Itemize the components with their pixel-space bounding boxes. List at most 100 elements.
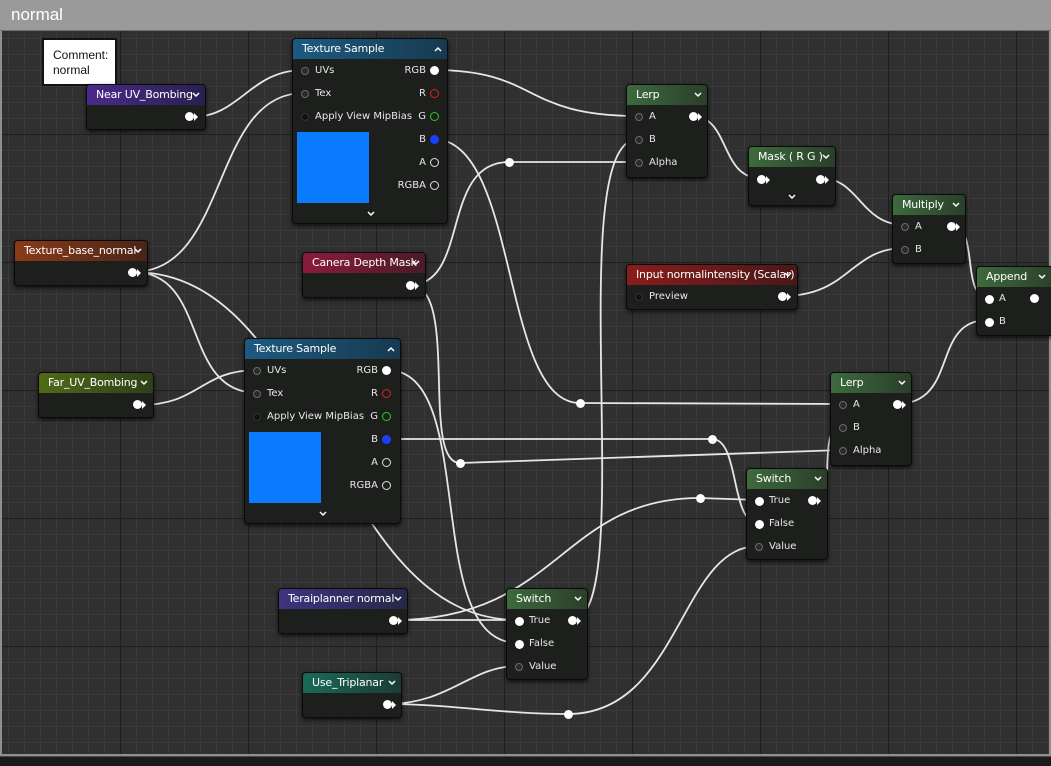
chevron-down-icon[interactable]: [387, 678, 397, 688]
input-pin-value[interactable]: [755, 543, 763, 551]
chevron-down-icon[interactable]: [393, 594, 403, 604]
chevron-down-icon[interactable]: [951, 200, 961, 210]
input-pin-mipbias[interactable]: [301, 113, 309, 121]
input-pin-a[interactable]: [985, 295, 994, 304]
input-pin-b[interactable]: [901, 246, 909, 254]
node-header[interactable]: Switch: [747, 469, 827, 489]
input-pin-false[interactable]: [515, 640, 524, 649]
chevron-down-icon[interactable]: [573, 594, 583, 604]
output-pin[interactable]: [185, 112, 194, 121]
node-header[interactable]: Canera Depth Mask: [303, 253, 425, 273]
input-pin-true[interactable]: [755, 497, 764, 506]
node-texture-sample-1[interactable]: Texture Sample UVs Tex Apply View MipBia…: [292, 38, 448, 224]
expand-icon[interactable]: [366, 210, 376, 218]
output-pin[interactable]: [947, 222, 956, 231]
material-graph-canvas[interactable]: normal Comment: normal Near UV_Bombing T…: [0, 0, 1051, 766]
chevron-down-icon[interactable]: [133, 246, 143, 256]
chevron-down-icon[interactable]: [813, 474, 823, 484]
input-pin-b[interactable]: [839, 424, 847, 432]
node-header[interactable]: Multiply: [893, 195, 965, 215]
chevron-down-icon[interactable]: [897, 378, 907, 388]
output-pin[interactable]: [816, 175, 825, 184]
reroute-node[interactable]: [456, 459, 465, 468]
node-header[interactable]: Near UV_Bombing: [87, 85, 205, 105]
node-header[interactable]: Texture Sample: [293, 39, 447, 59]
output-pin-b[interactable]: [430, 135, 439, 144]
node-near-uv-bombing[interactable]: Near UV_Bombing: [86, 84, 206, 130]
node-far-uv-bombing[interactable]: Far_UV_Bombing: [38, 372, 154, 418]
reroute-node[interactable]: [505, 158, 514, 167]
output-pin[interactable]: [808, 496, 817, 505]
chevron-down-icon[interactable]: [821, 152, 831, 162]
output-pin[interactable]: [133, 400, 142, 409]
node-input-normal-intensity[interactable]: Input normalintensity (Scalar) Preview: [626, 264, 798, 310]
input-pin-tex[interactable]: [253, 390, 261, 398]
node-append[interactable]: Append A B: [976, 266, 1051, 336]
reroute-node[interactable]: [564, 710, 573, 719]
input-pin-alpha[interactable]: [839, 447, 847, 455]
node-teraiplanner-normal[interactable]: Teraiplanner normal: [278, 588, 408, 634]
reroute-node[interactable]: [708, 435, 717, 444]
node-header[interactable]: Texture_base_normal: [15, 241, 147, 261]
input-pin-tex[interactable]: [301, 90, 309, 98]
node-use-triplanar[interactable]: Use_Triplanar: [302, 672, 402, 718]
node-header[interactable]: Texture Sample: [245, 339, 400, 359]
chevron-down-icon[interactable]: [783, 270, 793, 280]
expand-icon[interactable]: [318, 510, 328, 518]
input-pin-a[interactable]: [839, 401, 847, 409]
node-header[interactable]: Lerp: [627, 85, 707, 105]
node-camera-depth-mask[interactable]: Canera Depth Mask: [302, 252, 426, 298]
output-pin-r[interactable]: [430, 89, 439, 98]
input-pin-preview[interactable]: [635, 293, 643, 301]
output-pin[interactable]: [893, 400, 902, 409]
output-pin[interactable]: [128, 268, 137, 277]
input-pin-uvs[interactable]: [253, 367, 261, 375]
input-pin-a[interactable]: [635, 113, 643, 121]
node-lerp-2[interactable]: Lerp A B Alpha: [830, 372, 912, 466]
node-multiply[interactable]: Multiply A B: [892, 194, 966, 264]
node-header[interactable]: Append: [977, 267, 1051, 287]
node-header[interactable]: Teraiplanner normal: [279, 589, 407, 609]
node-header[interactable]: Switch: [507, 589, 587, 609]
output-pin-rgb[interactable]: [430, 66, 439, 75]
input-pin-uvs[interactable]: [301, 67, 309, 75]
output-pin[interactable]: [778, 292, 787, 301]
output-pin-b[interactable]: [382, 435, 391, 444]
chevron-down-icon[interactable]: [139, 378, 149, 388]
node-texture-base-normal[interactable]: Texture_base_normal: [14, 240, 148, 286]
input-pin-true[interactable]: [515, 617, 524, 626]
chevron-down-icon[interactable]: [411, 258, 421, 268]
node-header[interactable]: Use_Triplanar: [303, 673, 401, 693]
expand-icon[interactable]: [787, 193, 797, 201]
chevron-up-icon[interactable]: [386, 344, 396, 354]
output-pin[interactable]: [406, 281, 415, 290]
input-pin-value[interactable]: [515, 663, 523, 671]
output-pin[interactable]: [1030, 294, 1039, 303]
node-switch-2[interactable]: Switch True False Value: [506, 588, 588, 680]
reroute-node[interactable]: [696, 494, 705, 503]
node-mask-rg[interactable]: Mask ( R G ): [748, 146, 836, 206]
chevron-down-icon[interactable]: [191, 90, 201, 100]
output-pin-a[interactable]: [430, 158, 439, 167]
chevron-down-icon[interactable]: [1037, 272, 1047, 282]
output-pin-r[interactable]: [382, 389, 391, 398]
output-pin[interactable]: [389, 616, 398, 625]
chevron-down-icon[interactable]: [693, 90, 703, 100]
input-pin-alpha[interactable]: [635, 159, 643, 167]
node-header[interactable]: Input normalintensity (Scalar): [627, 265, 797, 285]
output-pin-g[interactable]: [430, 112, 439, 121]
node-header[interactable]: Mask ( R G ): [749, 147, 835, 167]
node-lerp-1[interactable]: Lerp A B Alpha: [626, 84, 708, 178]
node-texture-sample-2[interactable]: Texture Sample UVs Tex Apply View MipBia…: [244, 338, 401, 524]
node-header[interactable]: Lerp: [831, 373, 911, 393]
output-pin-g[interactable]: [382, 412, 391, 421]
output-pin-rgba[interactable]: [430, 181, 439, 190]
input-pin[interactable]: [757, 175, 766, 184]
node-header[interactable]: Far_UV_Bombing: [39, 373, 153, 393]
chevron-up-icon[interactable]: [433, 44, 443, 54]
input-pin-b[interactable]: [985, 318, 994, 327]
node-switch-1[interactable]: Switch True False Value: [746, 468, 828, 560]
output-pin-a[interactable]: [382, 458, 391, 467]
input-pin-b[interactable]: [635, 136, 643, 144]
input-pin-false[interactable]: [755, 520, 764, 529]
